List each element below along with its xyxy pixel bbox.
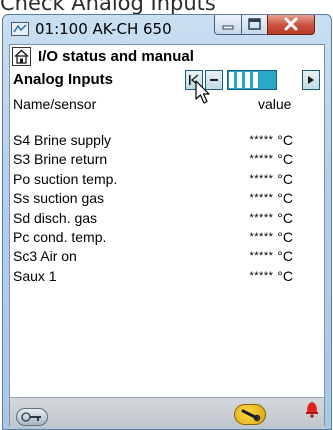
sensor-value: ***** °C — [249, 190, 293, 207]
list-item[interactable]: Ss suction gas ***** °C — [13, 190, 319, 209]
minimize-icon — [222, 25, 234, 30]
sensor-name: Po suction temp. — [13, 170, 118, 187]
keys-button[interactable] — [16, 408, 48, 426]
page-scroll-track[interactable] — [227, 70, 277, 90]
list-item[interactable]: Po suction temp. ***** °C — [13, 171, 319, 190]
list-item[interactable]: S4 Brine supply ***** °C — [13, 132, 319, 151]
sensor-value: ***** °C — [249, 248, 293, 265]
column-value-header: value — [258, 96, 292, 112]
column-name-header: Name/sensor — [13, 96, 97, 112]
next-page-icon — [308, 76, 314, 84]
sensor-value: ***** °C — [249, 132, 293, 148]
sensor-name: Pc cond. temp. — [13, 228, 107, 245]
next-page-button[interactable] — [302, 70, 320, 90]
close-button[interactable] — [267, 15, 315, 35]
sensor-name: Ss suction gas — [13, 190, 105, 207]
input-list: S4 Brine supply ***** °C S3 Brine return… — [13, 132, 319, 287]
maximize-button[interactable] — [241, 15, 268, 35]
sensor-name: Sd disch. gas — [13, 209, 98, 226]
close-icon — [284, 17, 298, 31]
maximize-icon — [248, 18, 261, 30]
mouse-pointer-icon — [195, 80, 210, 104]
list-item[interactable]: Saux 1 ***** °C — [13, 268, 319, 287]
section-title: Analog Inputs — [13, 71, 113, 88]
list-item[interactable]: Sc3 Air on ***** °C — [13, 248, 319, 267]
client-area: I/O status and manual Analog Inputs Name… — [9, 44, 325, 428]
sensor-value: ***** °C — [249, 267, 293, 284]
service-tool-icon — [241, 409, 261, 422]
alarm-bell-icon[interactable] — [304, 398, 320, 418]
service-tool-button[interactable] — [234, 404, 266, 425]
app-icon — [11, 22, 29, 36]
home-icon — [14, 49, 29, 64]
keys-icon — [21, 412, 41, 422]
sensor-name: Sc3 Air on — [13, 248, 77, 265]
app-window: 01:100 AK-CH 650 I/O status and manual A… — [2, 14, 332, 430]
sensor-value: ***** °C — [249, 228, 293, 245]
minimize-button[interactable] — [214, 15, 242, 35]
sensor-value: ***** °C — [249, 170, 293, 187]
sensor-value: ***** °C — [249, 209, 293, 226]
title-bar[interactable]: 01:100 AK-CH 650 — [3, 15, 331, 43]
footer-bar — [10, 397, 324, 428]
list-item[interactable]: Sd disch. gas ***** °C — [13, 210, 319, 229]
screen-title: I/O status and manual — [38, 48, 194, 65]
window-title: 01:100 AK-CH 650 — [35, 20, 172, 38]
home-button[interactable] — [12, 47, 31, 66]
sensor-name: S3 Brine return — [13, 151, 108, 168]
sensor-value: ***** °C — [249, 151, 293, 168]
list-item[interactable]: Pc cond. temp. ***** °C — [13, 229, 319, 248]
list-item[interactable]: S3 Brine return ***** °C — [13, 151, 319, 170]
sensor-name: S4 Brine supply — [13, 132, 112, 148]
page-scroll-thumb[interactable] — [229, 72, 260, 88]
page-heading: Check Analog Inputs — [0, 0, 216, 15]
sensor-name: Saux 1 — [13, 267, 57, 284]
